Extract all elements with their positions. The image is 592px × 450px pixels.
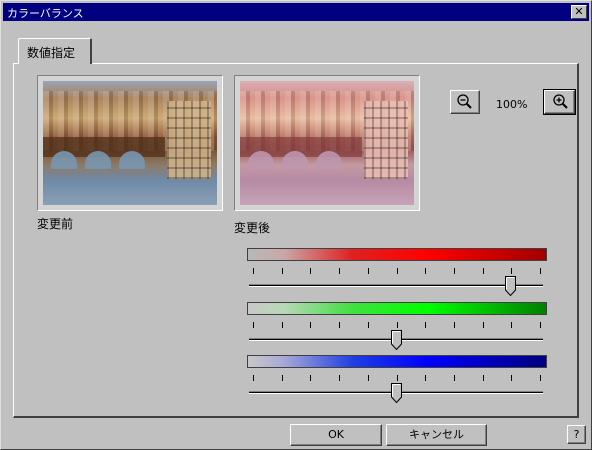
red-gradient-bar [247, 248, 547, 261]
green-gradient-bar [247, 302, 547, 315]
slider-tick [282, 322, 283, 328]
zoom-out-icon [457, 94, 472, 109]
slider-tick [483, 375, 484, 381]
slider-tick [339, 268, 340, 274]
slider-thumb-icon [505, 276, 516, 296]
slider-tick [253, 322, 254, 328]
slider-tick [425, 268, 426, 274]
green-slider-thumb[interactable] [391, 330, 402, 350]
slider-tick [368, 375, 369, 381]
ok-button-label: OK [328, 428, 344, 441]
slider-tick [454, 322, 455, 328]
ok-button[interactable]: OK [290, 424, 382, 446]
zoom-level: 100% [496, 98, 528, 111]
before-label: 変更前 [37, 217, 74, 231]
slider-tick [483, 322, 484, 328]
slider-tick [339, 322, 340, 328]
slider-tick [425, 375, 426, 381]
slider-tick [339, 375, 340, 381]
before-image-frame [37, 75, 223, 211]
slider-tick [511, 375, 512, 381]
green-slider-ticks [253, 322, 541, 328]
slider-tick [397, 375, 398, 381]
slider-thumb-icon [391, 330, 402, 350]
blue-slider-ticks [253, 375, 541, 381]
red-slider-track[interactable] [249, 284, 543, 287]
red-slider-ticks [253, 268, 541, 274]
slider-tick [368, 322, 369, 328]
slider-tick [310, 375, 311, 381]
slider-tick [397, 322, 398, 328]
slider-tick [511, 322, 512, 328]
after-image-frame [234, 75, 420, 211]
slider-tick [282, 375, 283, 381]
slider-tick [540, 322, 541, 328]
close-button[interactable]: ✕ [571, 5, 587, 19]
slider-thumb-icon [391, 383, 402, 403]
cancel-button-label: キャンセル [409, 428, 464, 441]
after-label: 変更後 [234, 221, 271, 235]
slider-tick [425, 322, 426, 328]
zoom-in-button[interactable] [544, 90, 575, 114]
color-balance-dialog: カラーバランス ✕ 数値指定 変更前 変更後 100% OK キャンセル ? [0, 0, 592, 450]
window-title: カラーバランス [7, 7, 84, 20]
before-preview-image [43, 81, 217, 205]
tab-label: 数値指定 [27, 46, 76, 60]
slider-tick [397, 268, 398, 274]
close-icon: ✕ [574, 5, 584, 18]
after-preview-image [240, 81, 414, 205]
cancel-button[interactable]: キャンセル [386, 424, 487, 446]
slider-tick [253, 268, 254, 274]
help-icon: ? [573, 428, 580, 441]
slider-tick [310, 268, 311, 274]
slider-tick [454, 268, 455, 274]
blue-gradient-bar [247, 355, 547, 368]
slider-tick [253, 375, 254, 381]
slider-tick [511, 268, 512, 274]
help-button[interactable]: ? [567, 425, 586, 444]
slider-tick [540, 375, 541, 381]
blue-slider-thumb[interactable] [391, 383, 402, 403]
slider-tick [310, 322, 311, 328]
slider-tick [540, 268, 541, 274]
slider-tick [454, 375, 455, 381]
slider-tick [282, 268, 283, 274]
slider-tick [368, 268, 369, 274]
title-bar[interactable]: カラーバランス ✕ [3, 3, 589, 21]
zoom-out-button[interactable] [450, 90, 480, 114]
zoom-in-icon [552, 94, 568, 109]
slider-tick [483, 268, 484, 274]
tab-numeric-input[interactable]: 数値指定 [18, 38, 92, 64]
red-slider-thumb[interactable] [505, 276, 516, 296]
